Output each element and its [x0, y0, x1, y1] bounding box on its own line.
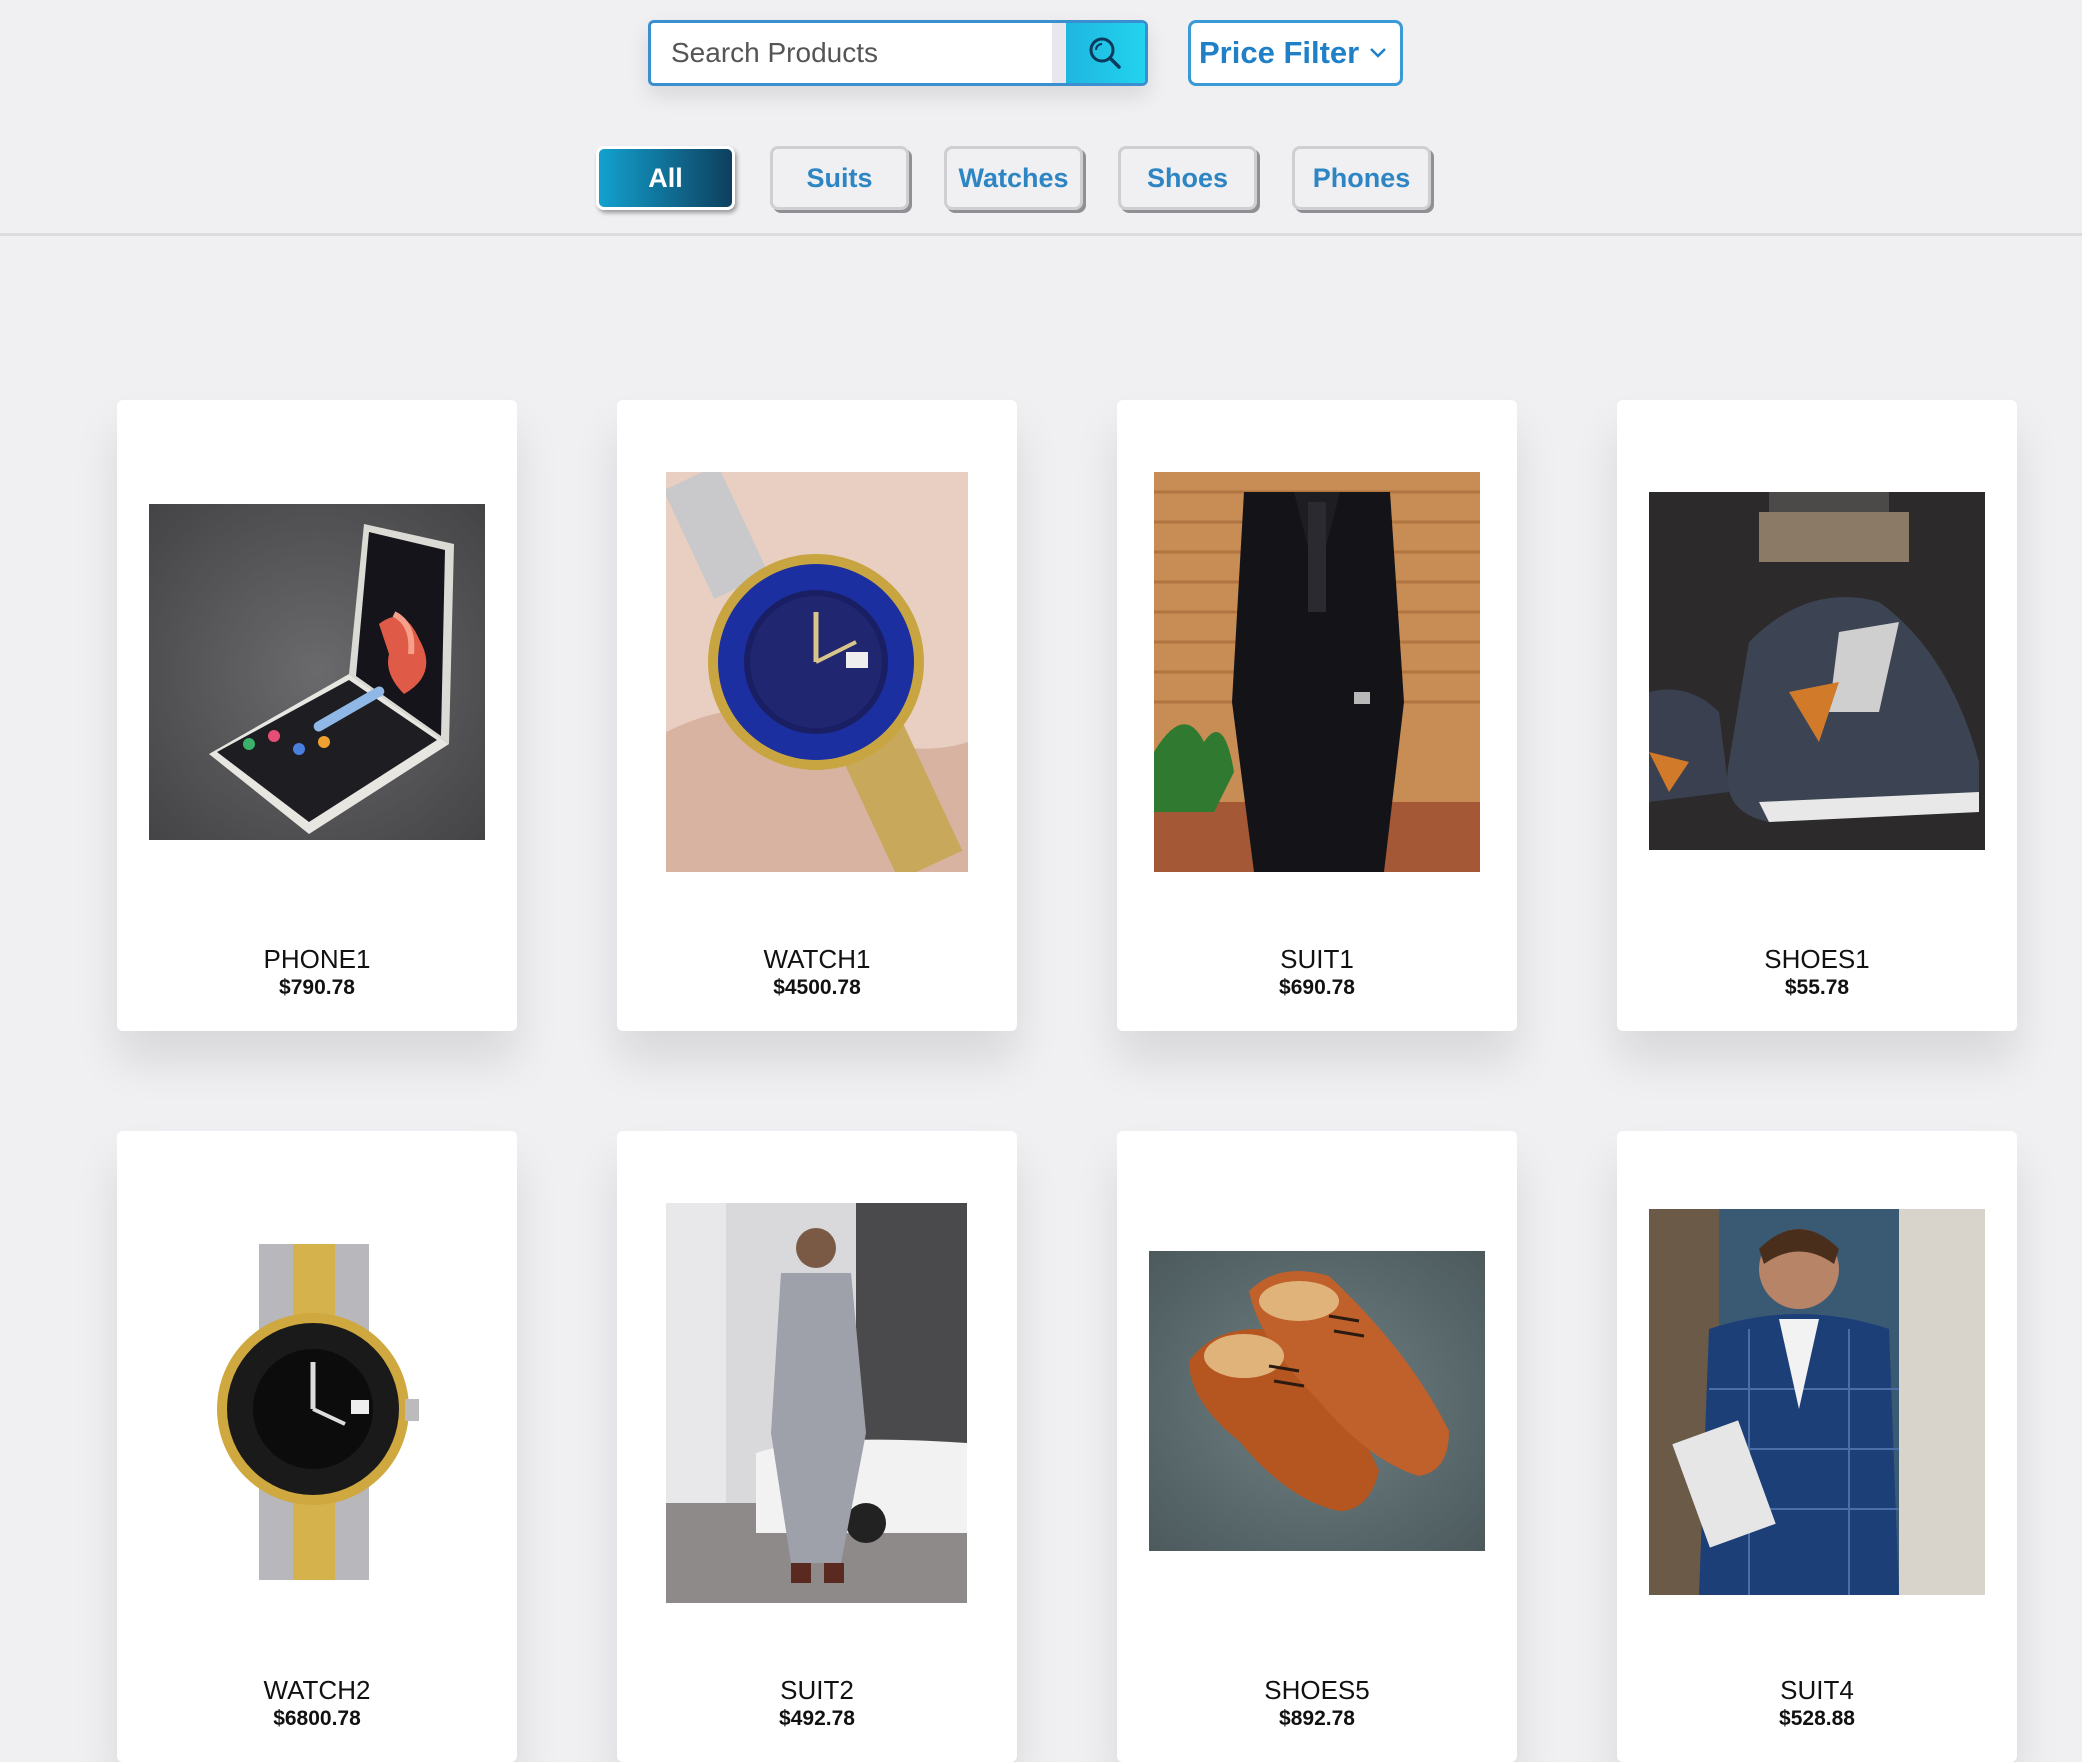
product-image-suit [1649, 1209, 1985, 1595]
product-name: WATCH2 [263, 1675, 371, 1705]
product-card[interactable]: SUIT1 $690.78 [1117, 400, 1517, 1031]
blue-check-suit-image [1649, 1209, 1985, 1595]
price-filter-dropdown[interactable]: Price Filter [1188, 20, 1403, 86]
product-price: $492.78 [779, 1707, 855, 1730]
product-image-phone [149, 504, 485, 840]
foldable-phone-image [149, 504, 485, 840]
product-card[interactable]: SHOES5 $892.78 [1117, 1131, 1517, 1762]
search-icon [1089, 37, 1122, 69]
product-card[interactable]: SUIT4 $528.88 [1617, 1131, 2017, 1762]
black-suit-image [1154, 472, 1480, 872]
product-name: SHOES1 [1764, 944, 1870, 974]
blue-watch-image [666, 472, 968, 872]
product-name: SHOES5 [1264, 1675, 1370, 1705]
product-card[interactable]: SUIT2 $492.78 [617, 1131, 1017, 1762]
price-filter-label: Price Filter [1199, 35, 1360, 70]
search-input[interactable] [651, 23, 1052, 83]
tab-suits[interactable]: Suits [770, 146, 909, 210]
top-bar: Price Filter All Suits Watches Shoes Pho… [0, 0, 2082, 236]
product-card[interactable]: WATCH1 $4500.78 [617, 400, 1017, 1031]
product-card[interactable]: SHOES1 $55.78 [1617, 400, 2017, 1031]
tab-all[interactable]: All [596, 146, 735, 210]
product-name: SUIT2 [780, 1675, 854, 1705]
tab-phones[interactable]: Phones [1292, 146, 1431, 210]
chevron-down-icon [1370, 48, 1386, 58]
product-price: $892.78 [1279, 1707, 1355, 1730]
product-image-shoes [1649, 492, 1985, 850]
product-image-suit [1154, 472, 1480, 872]
search-bar [648, 20, 1148, 86]
product-image-watch [185, 1244, 449, 1580]
product-name: SUIT4 [1780, 1675, 1854, 1705]
grey-suit-image [666, 1203, 967, 1603]
tab-shoes[interactable]: Shoes [1118, 146, 1257, 210]
product-price: $690.78 [1279, 976, 1355, 999]
product-card[interactable]: PHONE1 $790.78 [117, 400, 517, 1031]
product-price: $790.78 [279, 976, 355, 999]
product-name: SUIT1 [1280, 944, 1354, 974]
product-price: $6800.78 [273, 1707, 361, 1730]
sneakers-image [1649, 492, 1985, 850]
search-divider [1052, 23, 1066, 83]
product-image-suit [666, 1203, 967, 1603]
product-price: $528.88 [1779, 1707, 1855, 1730]
tab-watches[interactable]: Watches [944, 146, 1083, 210]
oxford-shoes-image [1149, 1251, 1485, 1551]
product-card[interactable]: WATCH2 $6800.78 [117, 1131, 517, 1762]
category-tabs: All Suits Watches Shoes Phones [596, 146, 1431, 210]
product-name: PHONE1 [263, 944, 371, 974]
product-image-watch [666, 472, 968, 872]
product-price: $4500.78 [773, 976, 861, 999]
product-name: WATCH1 [763, 944, 871, 974]
product-image-shoes [1149, 1251, 1485, 1551]
search-button[interactable] [1065, 23, 1145, 83]
black-watch-image [217, 1244, 419, 1580]
product-price: $55.78 [1784, 976, 1850, 999]
